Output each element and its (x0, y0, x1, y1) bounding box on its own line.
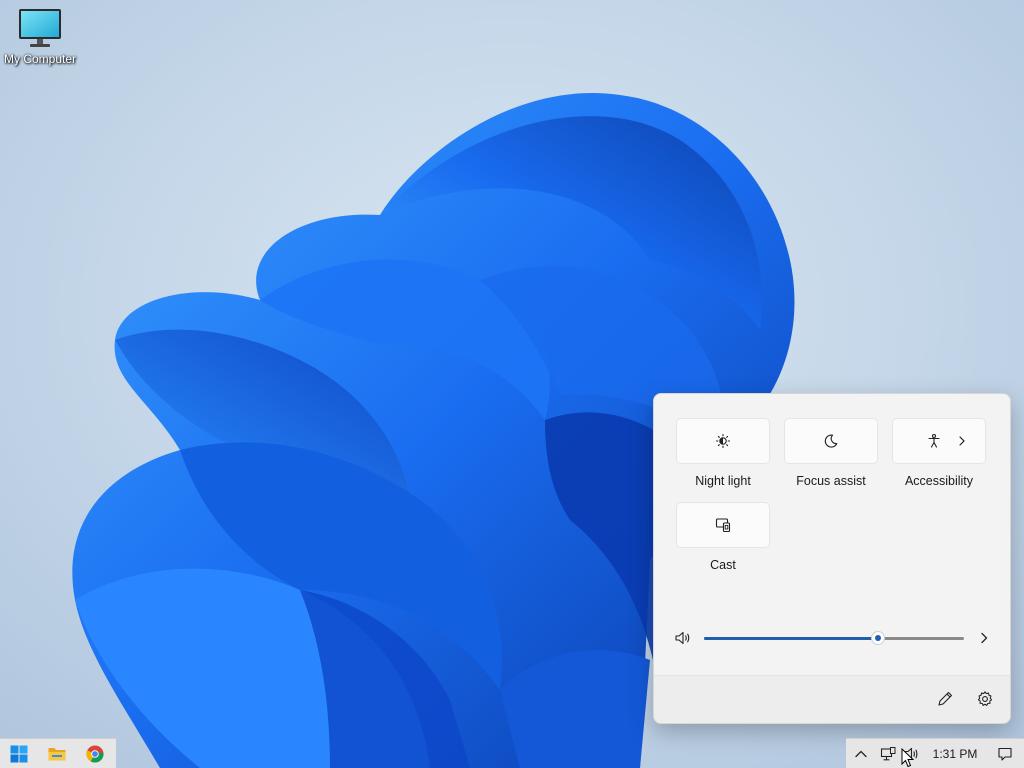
tile-label: Focus assist (796, 474, 866, 488)
tile-accessibility: Accessibility (892, 418, 986, 488)
tile-night-light: Night light (676, 418, 770, 488)
focus-assist-button[interactable] (784, 418, 878, 464)
chevron-up-icon (855, 750, 867, 757)
moon-icon (824, 434, 838, 448)
chrome-button[interactable] (76, 739, 114, 768)
windows-logo-icon (10, 745, 28, 762)
volume-row (674, 626, 992, 650)
quick-settings-footer (654, 675, 1010, 723)
volume-thumb[interactable] (871, 631, 886, 645)
notification-icon (998, 747, 1012, 761)
gear-icon[interactable] (976, 690, 994, 708)
speaker-icon[interactable] (674, 630, 692, 646)
tile-cast: Cast (676, 502, 770, 572)
desktop-icon-label: My Computer (3, 52, 77, 66)
chrome-icon (86, 745, 104, 763)
quick-settings-tiles: Night light Focus assist Accessibility C… (676, 418, 988, 572)
system-tray: 1:31 PM (846, 738, 1024, 768)
volume-fill (704, 637, 879, 640)
volume-slider[interactable] (704, 628, 964, 648)
show-hidden-icons-button[interactable] (846, 739, 876, 768)
start-button[interactable] (0, 739, 38, 768)
accessibility-icon (928, 433, 940, 448)
file-explorer-button[interactable] (38, 739, 76, 768)
cast-icon (715, 518, 731, 533)
chevron-right-icon[interactable] (978, 631, 990, 645)
chevron-right-icon (959, 436, 965, 446)
clock[interactable]: 1:31 PM (924, 739, 986, 768)
mouse-cursor-icon (901, 748, 915, 768)
tile-label: Accessibility (904, 474, 974, 488)
desktop-icon-my-computer[interactable]: My Computer (2, 8, 78, 66)
tile-focus-assist: Focus assist (784, 418, 878, 488)
pencil-icon[interactable] (936, 690, 954, 708)
notification-center-button[interactable] (986, 739, 1024, 768)
network-icon (880, 746, 896, 760)
network-button[interactable] (876, 739, 900, 768)
tile-label: Night light (695, 474, 751, 488)
computer-monitor-icon (18, 8, 62, 48)
taskbar-pinned (0, 738, 116, 768)
folder-icon (48, 747, 66, 760)
night-light-icon (715, 433, 731, 449)
accessibility-button[interactable] (892, 418, 986, 464)
quick-settings-panel: Night light Focus assist Accessibility C… (653, 393, 1011, 724)
tile-label: Cast (710, 558, 736, 572)
night-light-button[interactable] (676, 418, 770, 464)
cast-button[interactable] (676, 502, 770, 548)
